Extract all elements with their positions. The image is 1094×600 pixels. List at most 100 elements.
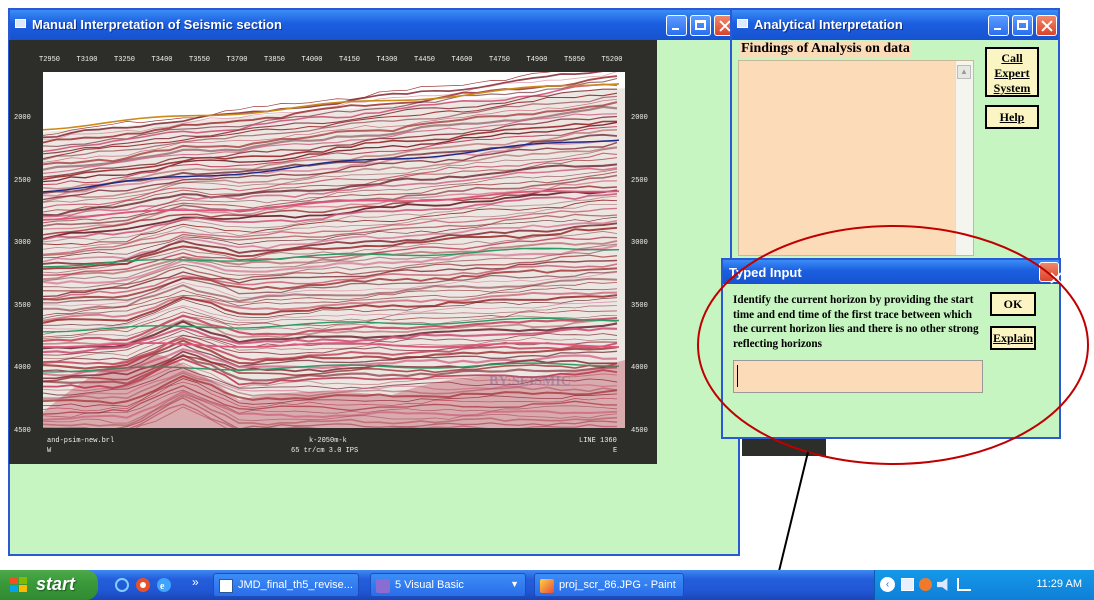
trace-label: T4750 <box>489 56 511 64</box>
typed-input-dialog: Typed Input Identify the current horizon… <box>721 258 1061 439</box>
start-label: start <box>36 574 76 594</box>
window-app-icon <box>737 19 748 28</box>
visual-basic-icon <box>376 579 390 593</box>
svg-text:e: e <box>160 581 165 592</box>
seismic-section-image[interactable]: T2950 T3100 T3250 T3400 T3550 T3700 T3850 T4000… <box>9 40 657 464</box>
taskbar-item-paint[interactable]: proj_scr_86.JPG - Paint <box>534 573 684 597</box>
tray-security-icon[interactable] <box>919 578 932 591</box>
time-label-left: 2500 <box>14 176 31 185</box>
dialog-prompt: Identify the current horizon by providin… <box>733 294 979 350</box>
footer-left-direction: W <box>47 447 52 455</box>
taskbar-item-label: JMD_final_th5_revise... <box>238 579 353 591</box>
seismic-window-titlebar[interactable]: Manual Interpretation of Seismic section <box>10 10 738 40</box>
trace-label: T3550 <box>189 56 211 64</box>
findings-textarea[interactable]: ▲ <box>738 60 974 256</box>
taskbar: start e » JMD_final_th5_revise... 5 Visu… <box>0 570 1094 600</box>
trace-label: T4300 <box>376 56 398 64</box>
text-caret <box>737 365 738 387</box>
trace-label: T4000 <box>301 56 323 64</box>
time-label-left: 4000 <box>14 364 31 372</box>
taskbar-item-word[interactable]: JMD_final_th5_revise... <box>213 573 359 597</box>
call-expert-system-label: Call Expert System <box>993 51 1031 95</box>
image-strip <box>742 436 826 456</box>
dialog-close-button[interactable] <box>1039 262 1059 282</box>
explain-button[interactable]: Explain <box>990 326 1036 350</box>
minimize-icon <box>667 16 686 35</box>
quicklaunch-overflow-icon[interactable]: » <box>192 575 199 589</box>
tray-expand-icon[interactable]: ‹ <box>880 577 895 592</box>
trace-label: T3850 <box>264 56 286 64</box>
trace-label: T4450 <box>414 56 436 64</box>
maximize-button[interactable] <box>1012 15 1033 36</box>
dialog-titlebar[interactable]: Typed Input <box>723 260 1059 284</box>
time-label-left: 4500 <box>14 426 31 435</box>
trace-label: T3400 <box>151 56 173 64</box>
taskbar-item-label: 5 Visual Basic <box>395 579 464 591</box>
group-dropdown-icon: ▼ <box>510 579 519 589</box>
tray-app-icon[interactable] <box>901 578 914 591</box>
help-button[interactable]: Help <box>985 105 1039 129</box>
explain-label: Explain <box>992 331 1034 345</box>
footer-scale-label: k-2050m-k <box>309 437 347 445</box>
trace-label: T4150 <box>339 56 361 64</box>
typed-input-field[interactable] <box>733 360 983 393</box>
paint-icon <box>540 579 554 593</box>
seismic-watermark: BY:SEISMIC <box>489 374 571 389</box>
quick-launch: e <box>115 578 171 592</box>
close-icon <box>1037 16 1056 35</box>
time-label-left: 2000 <box>14 114 31 122</box>
footer-trace-density: 65 tr/cm 3.0 IPS <box>291 447 359 455</box>
maximize-icon <box>691 16 710 35</box>
dialog-title: Typed Input <box>729 265 802 280</box>
seismic-window-title: Manual Interpretation of Seismic section <box>32 17 282 32</box>
close-icon <box>1046 268 1058 281</box>
system-tray: ‹ 11:29 AM <box>874 570 1094 600</box>
media-quicklaunch-icon[interactable] <box>136 578 150 592</box>
ie-quicklaunch-icon[interactable] <box>115 578 129 592</box>
time-label-right: 4500 <box>631 426 648 435</box>
time-label-right: 2500 <box>631 176 648 185</box>
maximize-button[interactable] <box>690 15 711 36</box>
start-button[interactable]: start <box>0 570 98 600</box>
time-label-left: 3000 <box>14 239 31 247</box>
ok-label: OK <box>1003 297 1023 311</box>
trace-label: T5050 <box>564 56 586 64</box>
window-app-icon <box>15 19 26 28</box>
help-label: Help <box>999 110 1025 124</box>
time-label-right: 3000 <box>631 239 648 247</box>
time-label-right: 3500 <box>631 301 648 310</box>
scroll-up-icon[interactable]: ▲ <box>957 65 971 79</box>
trace-label: T5200 <box>601 56 623 64</box>
time-label-right: 4000 <box>631 364 648 372</box>
seismic-reflection-plot <box>43 72 625 428</box>
trace-label: T2950 <box>39 56 61 64</box>
trace-label: T4600 <box>451 56 473 64</box>
analytical-window-titlebar[interactable]: Analytical Interpretation <box>732 10 1058 40</box>
trace-label: T4900 <box>526 56 548 64</box>
trace-label: T3700 <box>226 56 248 64</box>
clock: 11:29 AM <box>1036 578 1082 590</box>
browser-quicklaunch-icon[interactable]: e <box>157 578 171 592</box>
windows-logo-icon <box>10 577 28 593</box>
analytical-window-title: Analytical Interpretation <box>754 17 903 32</box>
time-label-right: 2000 <box>631 114 648 122</box>
footer-left-label: and-psim-new.brl <box>47 437 115 445</box>
word-icon <box>219 579 233 593</box>
minimize-icon <box>989 16 1008 35</box>
trace-label: T3250 <box>114 56 136 64</box>
maximize-icon <box>1013 16 1032 35</box>
findings-scrollbar[interactable]: ▲ <box>955 61 973 255</box>
time-label-left: 3500 <box>14 301 31 310</box>
ok-button[interactable]: OK <box>990 292 1036 316</box>
minimize-button[interactable] <box>988 15 1009 36</box>
findings-label: Findings of Analysis on data <box>739 41 912 57</box>
volume-icon[interactable] <box>937 578 948 591</box>
minimize-button[interactable] <box>666 15 687 36</box>
taskbar-item-label: proj_scr_86.JPG - Paint <box>559 579 676 591</box>
close-button[interactable] <box>1036 15 1057 36</box>
network-icon[interactable] <box>957 578 971 591</box>
footer-line-label: LINE 1360 <box>579 437 617 445</box>
taskbar-item-visual-basic[interactable]: 5 Visual Basic ▼ <box>370 573 526 597</box>
call-expert-system-button[interactable]: Call Expert System <box>985 47 1039 97</box>
footer-right-direction: E <box>613 447 618 455</box>
